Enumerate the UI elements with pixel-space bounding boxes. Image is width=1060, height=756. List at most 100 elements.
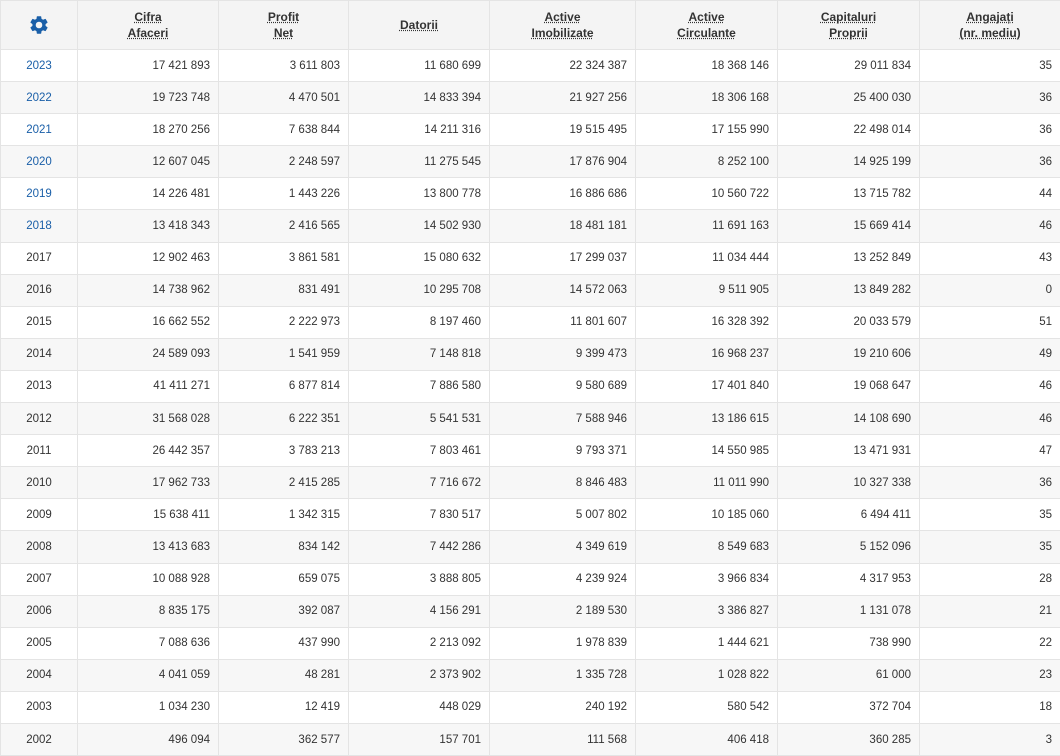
table-cell: 5 152 096 bbox=[778, 531, 920, 563]
table-row: 201017 962 7332 415 2857 716 6728 846 48… bbox=[1, 467, 1060, 499]
table-cell: 4 470 501 bbox=[219, 82, 349, 114]
year-link[interactable]: 2019 bbox=[1, 178, 78, 210]
table-cell: 9 793 371 bbox=[490, 435, 636, 467]
column-header[interactable]: ActiveImobilizate bbox=[490, 1, 636, 50]
year-link[interactable]: 2018 bbox=[1, 210, 78, 242]
table-cell: 3 bbox=[920, 723, 1060, 755]
table-cell: 9 511 905 bbox=[636, 274, 778, 306]
column-header[interactable]: ProfitNet bbox=[219, 1, 349, 50]
table-cell: 392 087 bbox=[219, 595, 349, 627]
column-header[interactable]: CifraAfaceri bbox=[78, 1, 219, 50]
table-cell: 6 877 814 bbox=[219, 370, 349, 402]
table-cell: 17 155 990 bbox=[636, 114, 778, 146]
table-cell: 18 481 181 bbox=[490, 210, 636, 242]
year-cell: 2017 bbox=[1, 242, 78, 274]
settings-header-cell bbox=[1, 1, 78, 50]
table-cell: 6 222 351 bbox=[219, 403, 349, 435]
table-cell: 14 738 962 bbox=[78, 274, 219, 306]
financial-data-table: CifraAfaceriProfitNetDatoriiActiveImobil… bbox=[0, 0, 1060, 756]
table-cell: 2 416 565 bbox=[219, 210, 349, 242]
table-row: 20068 835 175392 0874 156 2912 189 5303 … bbox=[1, 595, 1060, 627]
table-cell: 580 542 bbox=[636, 691, 778, 723]
table-cell: 22 bbox=[920, 627, 1060, 659]
column-header[interactable]: CapitaluriProprii bbox=[778, 1, 920, 50]
table-cell: 3 783 213 bbox=[219, 435, 349, 467]
table-cell: 437 990 bbox=[219, 627, 349, 659]
table-cell: 10 295 708 bbox=[349, 274, 490, 306]
table-cell: 8 549 683 bbox=[636, 531, 778, 563]
table-cell: 36 bbox=[920, 467, 1060, 499]
year-cell: 2011 bbox=[1, 435, 78, 467]
table-cell: 46 bbox=[920, 210, 1060, 242]
table-cell: 12 419 bbox=[219, 691, 349, 723]
table-row: 201516 662 5522 222 9738 197 46011 801 6… bbox=[1, 306, 1060, 338]
table-cell: 1 131 078 bbox=[778, 595, 920, 627]
table-cell: 14 833 394 bbox=[349, 82, 490, 114]
year-link[interactable]: 2022 bbox=[1, 82, 78, 114]
table-cell: 48 281 bbox=[219, 659, 349, 691]
table-cell: 28 bbox=[920, 563, 1060, 595]
table-cell: 496 094 bbox=[78, 723, 219, 755]
year-link[interactable]: 2020 bbox=[1, 146, 78, 178]
year-link[interactable]: 2023 bbox=[1, 50, 78, 82]
table-cell: 8 835 175 bbox=[78, 595, 219, 627]
column-header-label: Cifra bbox=[128, 9, 169, 25]
table-cell: 26 442 357 bbox=[78, 435, 219, 467]
table-cell: 23 bbox=[920, 659, 1060, 691]
year-cell: 2012 bbox=[1, 403, 78, 435]
table-cell: 13 186 615 bbox=[636, 403, 778, 435]
table-cell: 14 550 985 bbox=[636, 435, 778, 467]
column-header-sublabel: Afaceri bbox=[128, 25, 169, 41]
column-header[interactable]: Angajați(nr. mediu) bbox=[920, 1, 1060, 50]
table-cell: 7 830 517 bbox=[349, 499, 490, 531]
table-cell: 3 386 827 bbox=[636, 595, 778, 627]
table-cell: 31 568 028 bbox=[78, 403, 219, 435]
table-cell: 16 662 552 bbox=[78, 306, 219, 338]
table-row: 200915 638 4111 342 3157 830 5175 007 80… bbox=[1, 499, 1060, 531]
table-cell: 360 285 bbox=[778, 723, 920, 755]
table-row: 202317 421 8933 611 80311 680 69922 324 … bbox=[1, 50, 1060, 82]
table-cell: 406 418 bbox=[636, 723, 778, 755]
table-cell: 14 502 930 bbox=[349, 210, 490, 242]
year-cell: 2005 bbox=[1, 627, 78, 659]
table-cell: 1 028 822 bbox=[636, 659, 778, 691]
table-cell: 19 068 647 bbox=[778, 370, 920, 402]
table-cell: 0 bbox=[920, 274, 1060, 306]
table-cell: 24 589 093 bbox=[78, 338, 219, 370]
table-cell: 1 034 230 bbox=[78, 691, 219, 723]
table-cell: 17 299 037 bbox=[490, 242, 636, 274]
table-cell: 9 399 473 bbox=[490, 338, 636, 370]
table-cell: 18 368 146 bbox=[636, 50, 778, 82]
table-cell: 13 471 931 bbox=[778, 435, 920, 467]
table-row: 200813 413 683834 1427 442 2864 349 6198… bbox=[1, 531, 1060, 563]
table-cell: 16 886 686 bbox=[490, 178, 636, 210]
year-cell: 2014 bbox=[1, 338, 78, 370]
year-cell: 2009 bbox=[1, 499, 78, 531]
year-link[interactable]: 2021 bbox=[1, 114, 78, 146]
table-cell: 19 210 606 bbox=[778, 338, 920, 370]
table-cell: 15 080 632 bbox=[349, 242, 490, 274]
table-cell: 10 185 060 bbox=[636, 499, 778, 531]
table-cell: 1 443 226 bbox=[219, 178, 349, 210]
table-cell: 11 034 444 bbox=[636, 242, 778, 274]
table-cell: 43 bbox=[920, 242, 1060, 274]
column-header[interactable]: Datorii bbox=[349, 1, 490, 50]
table-cell: 51 bbox=[920, 306, 1060, 338]
table-cell: 4 317 953 bbox=[778, 563, 920, 595]
table-cell: 13 413 683 bbox=[78, 531, 219, 563]
table-cell: 13 715 782 bbox=[778, 178, 920, 210]
table-cell: 448 029 bbox=[349, 691, 490, 723]
table-cell: 10 327 338 bbox=[778, 467, 920, 499]
column-header[interactable]: ActiveCirculante bbox=[636, 1, 778, 50]
table-cell: 44 bbox=[920, 178, 1060, 210]
table-cell: 7 588 946 bbox=[490, 403, 636, 435]
gear-icon[interactable] bbox=[28, 14, 50, 36]
table-cell: 4 156 291 bbox=[349, 595, 490, 627]
table-cell: 12 902 463 bbox=[78, 242, 219, 274]
table-row: 201712 902 4633 861 58115 080 63217 299 … bbox=[1, 242, 1060, 274]
table-cell: 1 342 315 bbox=[219, 499, 349, 531]
table-cell: 17 962 733 bbox=[78, 467, 219, 499]
table-cell: 14 572 063 bbox=[490, 274, 636, 306]
table-cell: 6 494 411 bbox=[778, 499, 920, 531]
table-cell: 831 491 bbox=[219, 274, 349, 306]
